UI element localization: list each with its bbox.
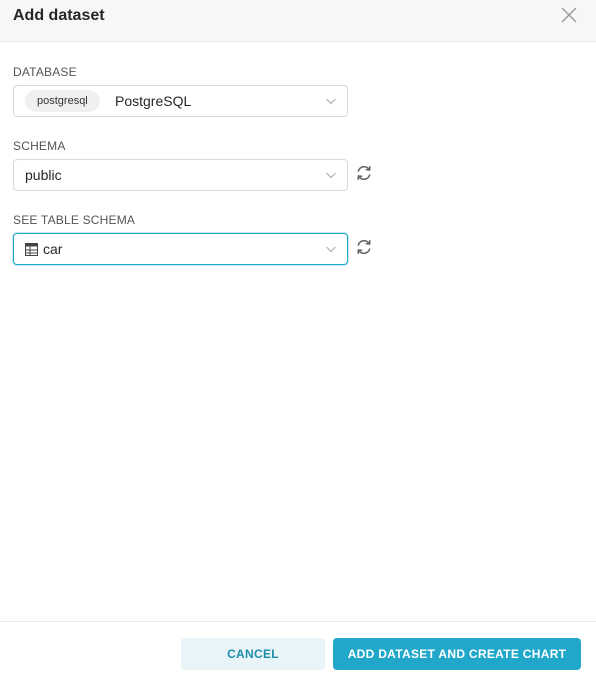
- modal-header: Add dataset: [0, 0, 596, 42]
- table-select-value: car: [43, 241, 63, 257]
- modal-footer: CANCEL ADD DATASET AND CREATE CHART: [0, 621, 596, 680]
- chevron-down-icon: [326, 172, 336, 179]
- close-icon[interactable]: [560, 6, 578, 24]
- table-icon: [25, 243, 38, 256]
- database-select[interactable]: postgresql PostgreSQL: [13, 85, 348, 117]
- schema-select-value: public: [25, 167, 62, 183]
- add-dataset-modal: Add dataset DATABASE postgresql PostgreS…: [0, 0, 596, 680]
- refresh-table-icon[interactable]: [355, 238, 373, 256]
- schema-label: SCHEMA: [13, 139, 66, 153]
- database-type-tag: postgresql: [25, 90, 100, 112]
- add-dataset-and-create-chart-button[interactable]: ADD DATASET AND CREATE CHART: [333, 638, 581, 670]
- chevron-down-icon: [326, 246, 336, 253]
- table-select[interactable]: car: [13, 233, 348, 265]
- schema-select[interactable]: public: [13, 159, 348, 191]
- table-schema-label: SEE TABLE SCHEMA: [13, 213, 136, 227]
- modal-title: Add dataset: [13, 7, 105, 24]
- cancel-button[interactable]: CANCEL: [181, 638, 325, 670]
- database-select-value: PostgreSQL: [115, 93, 192, 109]
- chevron-down-icon: [326, 98, 336, 105]
- database-label: DATABASE: [13, 65, 77, 79]
- refresh-schema-icon[interactable]: [355, 164, 373, 182]
